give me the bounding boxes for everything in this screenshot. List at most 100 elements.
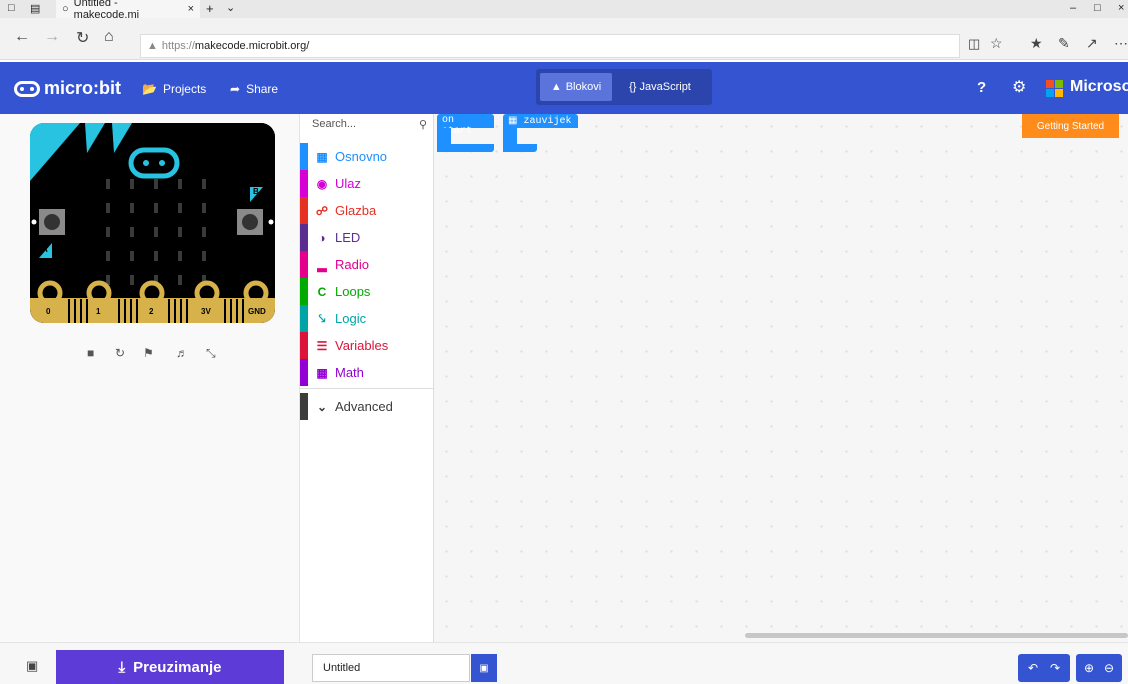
restart-icon[interactable]: ↻ bbox=[115, 346, 125, 360]
window-close-icon[interactable]: × bbox=[1118, 2, 1124, 14]
category-radio[interactable]: ▂ Radio bbox=[300, 251, 434, 278]
url-host: makecode.microbit.org/ bbox=[194, 40, 310, 52]
address-bar[interactable]: ▲ https:// makecode.microbit.org/ bbox=[140, 34, 960, 58]
browser-tab[interactable]: ○ Untitled - makecode.mi × bbox=[56, 0, 200, 21]
category-label: Ulaz bbox=[335, 176, 362, 191]
chevron-down-icon: ⌄ bbox=[316, 399, 328, 414]
toolbox-search-input[interactable]: Search... bbox=[312, 118, 356, 136]
javascript-tab-label: {} JavaScript bbox=[629, 81, 691, 93]
fullscreen-icon[interactable]: ⤡ bbox=[206, 346, 216, 361]
toolbox-divider bbox=[300, 388, 434, 389]
zoom-out-icon[interactable]: ⊖ bbox=[1104, 661, 1114, 675]
stop-icon[interactable]: ■ bbox=[87, 346, 94, 360]
forever-block[interactable]: ▦ zauvijek bbox=[503, 114, 578, 152]
tab-list-icon[interactable]: ⌄ bbox=[226, 1, 235, 14]
download-icon: ⤓ bbox=[118, 658, 126, 676]
back-icon[interactable]: ← bbox=[14, 28, 30, 46]
category-label: Math bbox=[335, 365, 364, 380]
microbit-board-graphic bbox=[30, 123, 275, 323]
blocks-tab[interactable]: ▲ Blokovi bbox=[540, 73, 612, 101]
tab-aside-icon[interactable]: ▤ bbox=[30, 2, 40, 15]
new-tab-icon[interactable]: + bbox=[206, 1, 214, 16]
category-label: Radio bbox=[335, 257, 369, 272]
grid-icon: ▦ bbox=[316, 149, 328, 164]
share-label: Share bbox=[246, 82, 279, 96]
category-label: Variables bbox=[335, 338, 389, 353]
restore-icon[interactable]: □ bbox=[1094, 2, 1101, 14]
signal-icon: ▂ bbox=[317, 257, 327, 272]
category-label: LED bbox=[335, 230, 361, 245]
workspace-scrollbar[interactable] bbox=[745, 633, 1128, 638]
forever-label: zauvijek bbox=[523, 116, 572, 127]
toggle-icon: ◑ bbox=[318, 230, 326, 245]
microbit-logo-icon bbox=[14, 80, 40, 97]
share-page-icon[interactable]: ↗ bbox=[1086, 35, 1098, 52]
forward-icon[interactable]: → bbox=[44, 28, 60, 46]
favorites-hub-icon[interactable]: ★ bbox=[1030, 35, 1043, 52]
settings-gear-icon[interactable]: ⚙ bbox=[1012, 77, 1026, 97]
category-ulaz[interactable]: ◉ Ulaz bbox=[300, 170, 434, 197]
undo-redo-group: ↶ ↷ bbox=[1018, 654, 1070, 682]
save-button[interactable]: ▣ bbox=[471, 654, 497, 682]
list-icon: ☰ bbox=[316, 338, 328, 353]
calculator-icon: ▦ bbox=[316, 365, 328, 380]
more-icon[interactable]: ⋯ bbox=[1114, 35, 1128, 52]
category-osnovno[interactable]: ▦ Osnovno bbox=[300, 143, 434, 170]
slow-motion-icon[interactable]: ⚑ bbox=[143, 346, 154, 360]
category-glazba[interactable]: ☍ Glazba bbox=[300, 197, 434, 224]
share-icon: ➦ bbox=[230, 82, 241, 96]
category-label: Advanced bbox=[335, 399, 393, 414]
category-math[interactable]: ▦ Math bbox=[300, 359, 434, 386]
category-label: Loops bbox=[335, 284, 371, 299]
blocks-workspace[interactable] bbox=[434, 114, 1128, 642]
microbit-board[interactable]: 0 1 2 3V GND A B bbox=[30, 123, 275, 323]
pen-icon[interactable]: ✎ bbox=[1058, 35, 1070, 52]
pin-0-label: 0 bbox=[46, 307, 51, 316]
pin-3v-label: 3V bbox=[201, 307, 211, 316]
category-variables[interactable]: ☰ Variables bbox=[300, 332, 434, 359]
mute-icon[interactable]: ♬ bbox=[176, 346, 188, 360]
forever-header: ▦ zauvijek bbox=[503, 114, 578, 128]
microbit-logo[interactable]: micro:bit bbox=[14, 78, 121, 99]
on-start-label: on start bbox=[437, 114, 494, 137]
toolbox-search[interactable]: Search... ⚲ bbox=[312, 118, 427, 136]
download-label: Preuzimanje bbox=[133, 658, 222, 676]
reading-view-icon[interactable]: ◫ bbox=[968, 36, 980, 52]
home-icon[interactable]: ⌂ bbox=[104, 28, 114, 46]
tab-actions-icon[interactable]: □ bbox=[8, 2, 15, 14]
tab-favicon-icon: ○ bbox=[62, 3, 69, 15]
blocks-tab-label: Blokovi bbox=[565, 81, 602, 93]
share-button[interactable]: ➦ Share bbox=[230, 82, 278, 96]
microsoft-label[interactable]: Microsoft bbox=[1070, 78, 1128, 96]
favorite-star-icon[interactable]: ☆ bbox=[990, 35, 1003, 52]
refresh-icon[interactable]: ↻ bbox=[76, 28, 89, 48]
shuffle-icon: ⤥ bbox=[318, 311, 326, 325]
category-advanced[interactable]: ⌄ Advanced bbox=[300, 393, 434, 420]
undo-icon[interactable]: ↶ bbox=[1028, 661, 1038, 675]
javascript-tab[interactable]: {} JavaScript bbox=[612, 73, 708, 101]
project-name-input[interactable]: Untitled bbox=[312, 654, 470, 682]
category-led[interactable]: ◑ LED bbox=[300, 224, 434, 251]
on-start-block[interactable]: on start bbox=[437, 114, 494, 152]
category-label: Osnovno bbox=[335, 149, 388, 164]
pin-2-label: 2 bbox=[149, 307, 154, 316]
pin-1-label: 1 bbox=[96, 307, 101, 316]
search-icon: ⚲ bbox=[418, 119, 427, 131]
collapse-simulator-icon[interactable]: ▣ bbox=[26, 658, 38, 674]
logo-text: micro:bit bbox=[44, 78, 122, 98]
category-logic[interactable]: ⤥ Logic bbox=[300, 305, 434, 332]
zoom-in-icon[interactable]: ⊕ bbox=[1084, 661, 1094, 675]
editor-toggle: ▲ Blokovi {} JavaScript bbox=[536, 69, 712, 105]
download-button[interactable]: ⤓ Preuzimanje bbox=[56, 650, 284, 684]
minimize-icon[interactable]: – bbox=[1070, 2, 1076, 14]
getting-started-button[interactable]: Getting Started bbox=[1022, 114, 1119, 138]
category-loops[interactable]: C Loops bbox=[300, 278, 434, 305]
pin-gnd-label: GND bbox=[248, 307, 266, 316]
tab-close-icon[interactable]: × bbox=[188, 3, 194, 15]
projects-button[interactable]: 📂 Projects bbox=[142, 82, 206, 96]
url-prefix: https:// bbox=[161, 40, 195, 52]
button-b-label: B bbox=[253, 187, 259, 196]
redo-icon[interactable]: ↷ bbox=[1050, 661, 1060, 675]
help-icon[interactable]: ? bbox=[977, 79, 986, 96]
button-a-label: A bbox=[42, 245, 48, 254]
